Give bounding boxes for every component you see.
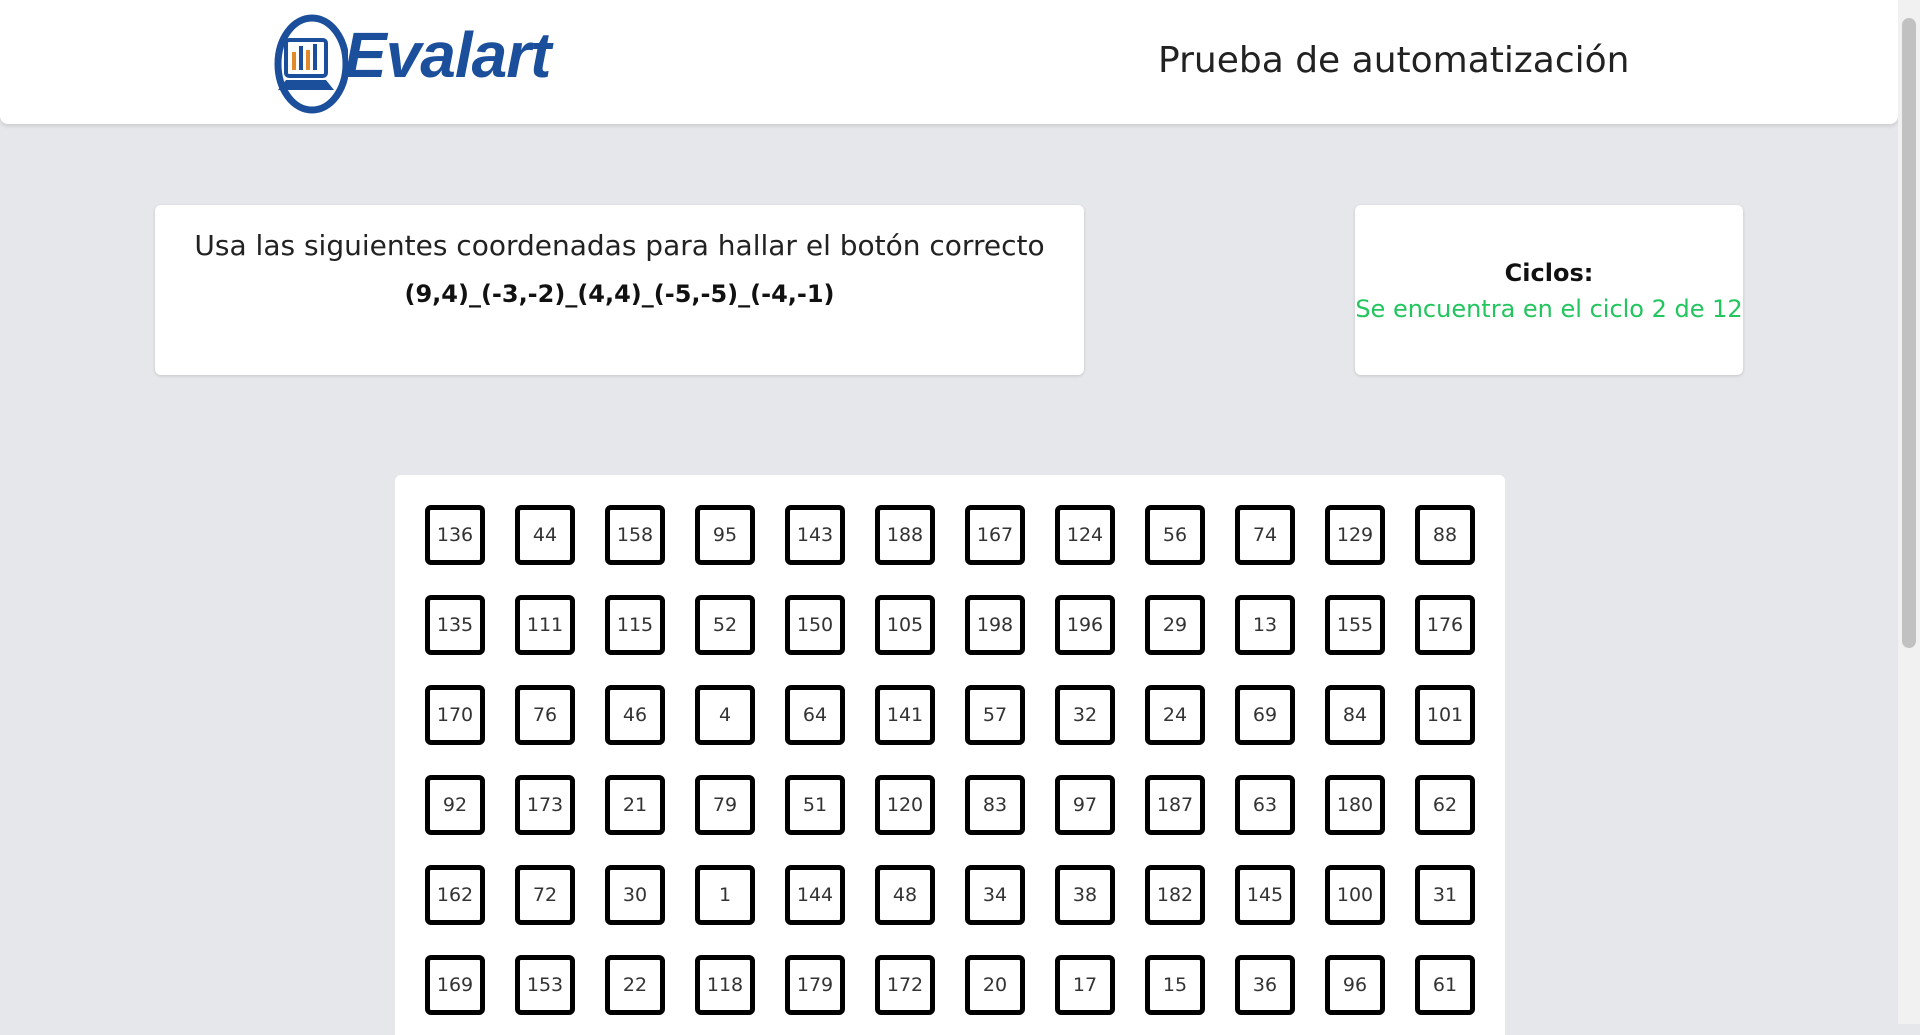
grid-button[interactable]: 129 xyxy=(1325,505,1385,565)
evalart-logo: Evalart xyxy=(268,10,578,116)
grid-button[interactable]: 141 xyxy=(875,685,935,745)
grid-button[interactable]: 95 xyxy=(695,505,755,565)
grid-button[interactable]: 57 xyxy=(965,685,1025,745)
grid-button[interactable]: 153 xyxy=(515,955,575,1015)
grid-button[interactable]: 96 xyxy=(1325,955,1385,1015)
grid-button[interactable]: 38 xyxy=(1055,865,1115,925)
grid-button[interactable]: 115 xyxy=(605,595,665,655)
grid-button[interactable]: 198 xyxy=(965,595,1025,655)
grid-button[interactable]: 172 xyxy=(875,955,935,1015)
grid-button[interactable]: 97 xyxy=(1055,775,1115,835)
grid-button[interactable]: 62 xyxy=(1415,775,1475,835)
button-grid: 136 44 158 95 143 188 167 124 56 74 129 88 135 111 115… xyxy=(425,505,1475,1015)
instructions-card: Usa las siguientes coordenadas para hall… xyxy=(155,205,1084,375)
grid-button[interactable]: 64 xyxy=(785,685,845,745)
grid-button[interactable]: 69 xyxy=(1235,685,1295,745)
grid-button[interactable]: 20 xyxy=(965,955,1025,1015)
grid-button[interactable]: 79 xyxy=(695,775,755,835)
scrollbar[interactable] xyxy=(1898,0,1920,1024)
grid-button[interactable]: 30 xyxy=(605,865,665,925)
grid-button[interactable]: 15 xyxy=(1145,955,1205,1015)
grid-button[interactable]: 17 xyxy=(1055,955,1115,1015)
grid-button[interactable]: 32 xyxy=(1055,685,1115,745)
coordinates-text: (9,4)_(-3,-2)_(4,4)_(-5,-5)_(-4,-1) xyxy=(404,280,835,308)
grid-button[interactable]: 188 xyxy=(875,505,935,565)
grid-button[interactable]: 118 xyxy=(695,955,755,1015)
logo-wordmark: Evalart xyxy=(344,19,551,91)
grid-button[interactable]: 22 xyxy=(605,955,665,1015)
grid-button[interactable]: 162 xyxy=(425,865,485,925)
grid-button[interactable]: 100 xyxy=(1325,865,1385,925)
grid-button[interactable]: 196 xyxy=(1055,595,1115,655)
grid-button[interactable]: 76 xyxy=(515,685,575,745)
grid-button[interactable]: 1 xyxy=(695,865,755,925)
grid-button[interactable]: 21 xyxy=(605,775,665,835)
grid-button[interactable]: 51 xyxy=(785,775,845,835)
grid-button[interactable]: 31 xyxy=(1415,865,1475,925)
page-title: Prueba de automatización xyxy=(1158,40,1630,81)
grid-button[interactable]: 34 xyxy=(965,865,1025,925)
grid-button[interactable]: 46 xyxy=(605,685,665,745)
grid-button[interactable]: 63 xyxy=(1235,775,1295,835)
grid-button[interactable]: 170 xyxy=(425,685,485,745)
cycles-card: Ciclos: Se encuentra en el ciclo 2 de 12 xyxy=(1355,205,1743,375)
grid-button[interactable]: 136 xyxy=(425,505,485,565)
header: Evalart Prueba de automatización xyxy=(0,0,1898,124)
grid-button[interactable]: 88 xyxy=(1415,505,1475,565)
grid-button[interactable]: 13 xyxy=(1235,595,1295,655)
grid-button[interactable]: 124 xyxy=(1055,505,1115,565)
grid-button[interactable]: 52 xyxy=(695,595,755,655)
grid-button[interactable]: 179 xyxy=(785,955,845,1015)
grid-button[interactable]: 169 xyxy=(425,955,485,1015)
grid-button[interactable]: 120 xyxy=(875,775,935,835)
grid-button[interactable]: 61 xyxy=(1415,955,1475,1015)
grid-button[interactable]: 92 xyxy=(425,775,485,835)
scrollbar-thumb[interactable] xyxy=(1902,18,1916,648)
cycles-label: Ciclos: xyxy=(1504,259,1594,287)
instructions-text: Usa las siguientes coordenadas para hall… xyxy=(194,229,1045,262)
grid-button[interactable]: 72 xyxy=(515,865,575,925)
grid-button[interactable]: 150 xyxy=(785,595,845,655)
logo-icon xyxy=(274,14,350,114)
grid-button[interactable]: 173 xyxy=(515,775,575,835)
grid-button[interactable]: 24 xyxy=(1145,685,1205,745)
cycles-status: Se encuentra en el ciclo 2 de 12 xyxy=(1355,295,1743,323)
grid-button[interactable]: 29 xyxy=(1145,595,1205,655)
grid-button[interactable]: 48 xyxy=(875,865,935,925)
grid-button[interactable]: 176 xyxy=(1415,595,1475,655)
grid-button[interactable]: 105 xyxy=(875,595,935,655)
grid-button[interactable]: 44 xyxy=(515,505,575,565)
grid-button[interactable]: 182 xyxy=(1145,865,1205,925)
grid-button[interactable]: 155 xyxy=(1325,595,1385,655)
button-grid-panel: 136 44 158 95 143 188 167 124 56 74 129 88 135 111 115… xyxy=(395,475,1505,1035)
grid-button[interactable]: 158 xyxy=(605,505,665,565)
grid-button[interactable]: 144 xyxy=(785,865,845,925)
grid-button[interactable]: 143 xyxy=(785,505,845,565)
grid-button[interactable]: 36 xyxy=(1235,955,1295,1015)
grid-button[interactable]: 4 xyxy=(695,685,755,745)
grid-button[interactable]: 167 xyxy=(965,505,1025,565)
grid-button[interactable]: 101 xyxy=(1415,685,1475,745)
grid-button[interactable]: 135 xyxy=(425,595,485,655)
grid-button[interactable]: 111 xyxy=(515,595,575,655)
grid-button[interactable]: 83 xyxy=(965,775,1025,835)
grid-button[interactable]: 84 xyxy=(1325,685,1385,745)
grid-button[interactable]: 180 xyxy=(1325,775,1385,835)
grid-button[interactable]: 145 xyxy=(1235,865,1295,925)
grid-button[interactable]: 187 xyxy=(1145,775,1205,835)
grid-button[interactable]: 74 xyxy=(1235,505,1295,565)
grid-button[interactable]: 56 xyxy=(1145,505,1205,565)
